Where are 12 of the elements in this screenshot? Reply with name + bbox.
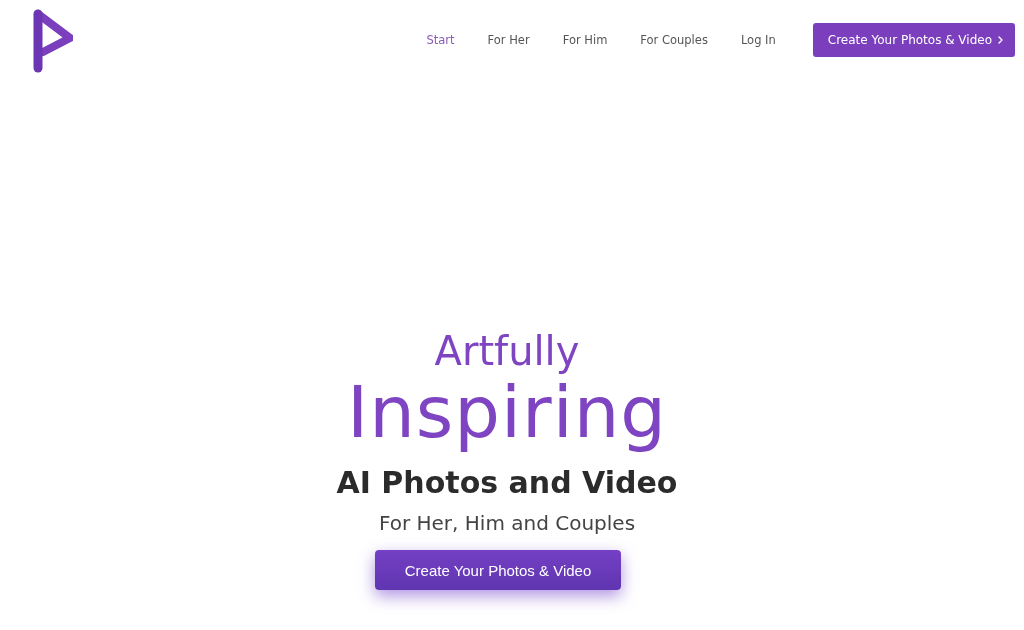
chevron-right-icon xyxy=(998,35,1003,44)
create-button[interactable]: Create Your Photos & Video xyxy=(812,22,1015,57)
nav-link[interactable]: For Him xyxy=(562,32,608,47)
hero-kicker: Artfully xyxy=(434,328,580,374)
nav-link[interactable]: For Couples xyxy=(640,32,708,47)
nav-link[interactable]: For Her xyxy=(487,32,530,47)
nav-link[interactable]: Start xyxy=(426,32,455,47)
nav-link[interactable]: Log In xyxy=(740,32,776,47)
hero-tagline: For Her, Him and Couples xyxy=(378,510,636,537)
hero-subtitle: AI Photos and Video xyxy=(336,464,678,502)
logo-icon[interactable] xyxy=(33,8,73,74)
create-button[interactable]: Create Your Photos & Video xyxy=(375,550,621,590)
